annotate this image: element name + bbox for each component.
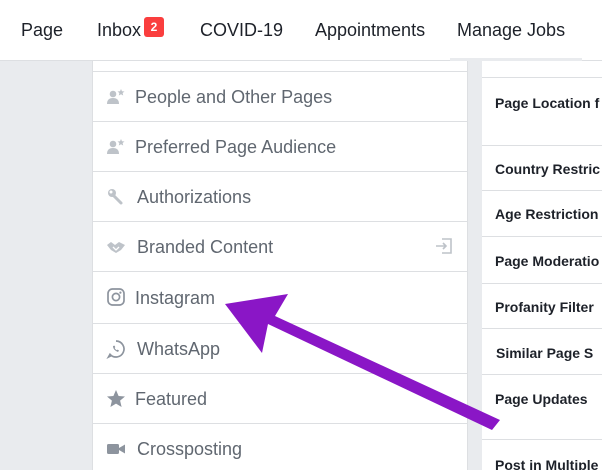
- tab-manage-jobs[interactable]: Manage Jobs: [457, 19, 565, 41]
- inbox-badge: 2: [144, 17, 164, 37]
- sidebar-item-crossposting[interactable]: Crossposting: [93, 424, 467, 470]
- sidebar-item-label: Featured: [135, 389, 208, 409]
- sidebar-item-label: Instagram: [135, 288, 216, 308]
- row-divider: [482, 328, 602, 329]
- people-star-icon: [107, 89, 125, 104]
- row-divider: [482, 283, 602, 284]
- tab-covid-19[interactable]: COVID-19: [200, 19, 283, 41]
- exit-icon[interactable]: [435, 237, 453, 255]
- video-camera-icon: [107, 444, 125, 454]
- sidebar-item-label: Authorizations: [137, 187, 252, 207]
- setting-page-location[interactable]: Page Location f: [495, 94, 599, 112]
- tab-appointments[interactable]: Appointments: [315, 19, 425, 41]
- setting-page-moderation[interactable]: Page Moderatio: [495, 252, 599, 270]
- sidebar-item-label: People and Other Pages: [135, 87, 333, 107]
- instagram-icon: [107, 288, 125, 306]
- row-divider: [482, 190, 602, 191]
- sidebar-previous-item[interactable]: [93, 61, 467, 72]
- setting-country-restrictions[interactable]: Country Restric: [495, 160, 600, 178]
- setting-profanity-filter[interactable]: Profanity Filter: [495, 298, 594, 316]
- handshake-icon: [107, 242, 125, 253]
- sidebar-item-label: Branded Content: [137, 237, 274, 257]
- row-divider: [482, 145, 602, 146]
- setting-age-restrictions[interactable]: Age Restriction: [495, 205, 598, 223]
- row-divider: [482, 439, 602, 440]
- row-divider: [482, 374, 602, 375]
- sidebar-item-people-and-other-pages[interactable]: People and Other Pages: [93, 72, 467, 122]
- sidebar-item-label: WhatsApp: [137, 339, 221, 359]
- tab-inbox[interactable]: Inbox: [97, 19, 141, 41]
- settings-panel: Page Location f Country Restric Age Rest…: [482, 61, 602, 470]
- row-divider: [482, 236, 602, 237]
- whatsapp-icon: [106, 340, 125, 359]
- sidebar-item-branded-content[interactable]: Branded Content: [93, 222, 467, 272]
- row-divider: [482, 77, 602, 78]
- sidebar-item-label: Crossposting: [137, 439, 243, 459]
- tab-page[interactable]: Page: [21, 19, 63, 41]
- sidebar-item-label: Preferred Page Audience: [135, 137, 337, 157]
- wrench-icon: [108, 189, 123, 205]
- page-top-nav: Page Inbox 2 COVID-19 Appointments Manag…: [0, 0, 602, 61]
- settings-sidebar: People and Other Pages Preferred Page Au…: [92, 61, 468, 470]
- setting-page-updates[interactable]: Page Updates: [495, 390, 588, 408]
- people-star-icon: [107, 139, 125, 154]
- setting-post-in-multiple-languages[interactable]: Post in Multiple: [495, 456, 598, 470]
- sidebar-item-preferred-page-audience[interactable]: Preferred Page Audience: [93, 122, 467, 172]
- sidebar-item-authorizations[interactable]: Authorizations: [93, 172, 467, 222]
- sidebar-item-instagram[interactable]: Instagram: [93, 272, 467, 324]
- sidebar-item-featured[interactable]: Featured: [93, 374, 467, 424]
- star-icon: [107, 390, 125, 407]
- sidebar-item-whatsapp[interactable]: WhatsApp: [93, 324, 467, 374]
- setting-similar-page-suggestions[interactable]: Similar Page S: [496, 344, 593, 362]
